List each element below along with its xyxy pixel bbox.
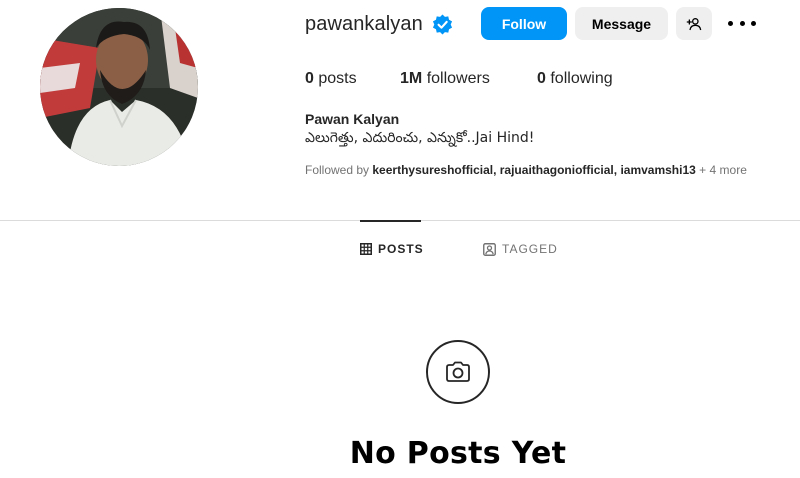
- verified-badge-icon: [432, 14, 453, 35]
- stat-following[interactable]: 0 following: [537, 70, 613, 88]
- followers-label: followers: [426, 70, 490, 87]
- suggested-users-button[interactable]: [676, 7, 712, 40]
- follow-button[interactable]: Follow: [481, 7, 567, 40]
- grid-icon: [360, 243, 372, 255]
- followed-by-line[interactable]: Followed by keerthysureshofficial, rajua…: [305, 163, 747, 177]
- active-tab-indicator: [360, 220, 421, 222]
- avatar-image: [40, 8, 198, 166]
- message-button[interactable]: Message: [575, 7, 668, 40]
- empty-state-title: No Posts Yet: [349, 436, 567, 471]
- tab-posts[interactable]: POSTS: [360, 242, 424, 256]
- empty-state-camera: [426, 340, 490, 404]
- stat-posts: 0 posts: [305, 70, 357, 88]
- tab-tagged-label: TAGGED: [502, 242, 558, 256]
- profile-avatar[interactable]: [40, 8, 198, 166]
- profile-full-name: Pawan Kalyan: [305, 111, 400, 127]
- following-count: 0: [537, 70, 546, 87]
- posts-label: posts: [318, 70, 357, 87]
- tab-posts-label: POSTS: [378, 242, 424, 256]
- profile-bio: ఎలుగెత్తు, ఎదురించు, ఎన్నుకో..Jai Hind!: [305, 130, 535, 146]
- followed-by-more[interactable]: + 4 more: [699, 163, 747, 177]
- followed-by-names[interactable]: keerthysureshofficial, rajuaithagonioffi…: [372, 163, 695, 177]
- posts-count: 0: [305, 70, 314, 87]
- tagged-icon: [483, 242, 496, 256]
- stat-followers[interactable]: 1M followers: [400, 70, 490, 88]
- profile-username: pawankalyan: [305, 13, 423, 35]
- tab-tagged[interactable]: TAGGED: [483, 242, 558, 256]
- followed-by-prefix: Followed by: [305, 163, 370, 177]
- person-add-icon: [686, 17, 702, 30]
- followers-count: 1M: [400, 70, 423, 87]
- more-options-icon[interactable]: [728, 13, 756, 33]
- camera-icon: [446, 361, 470, 382]
- following-label: following: [550, 70, 613, 87]
